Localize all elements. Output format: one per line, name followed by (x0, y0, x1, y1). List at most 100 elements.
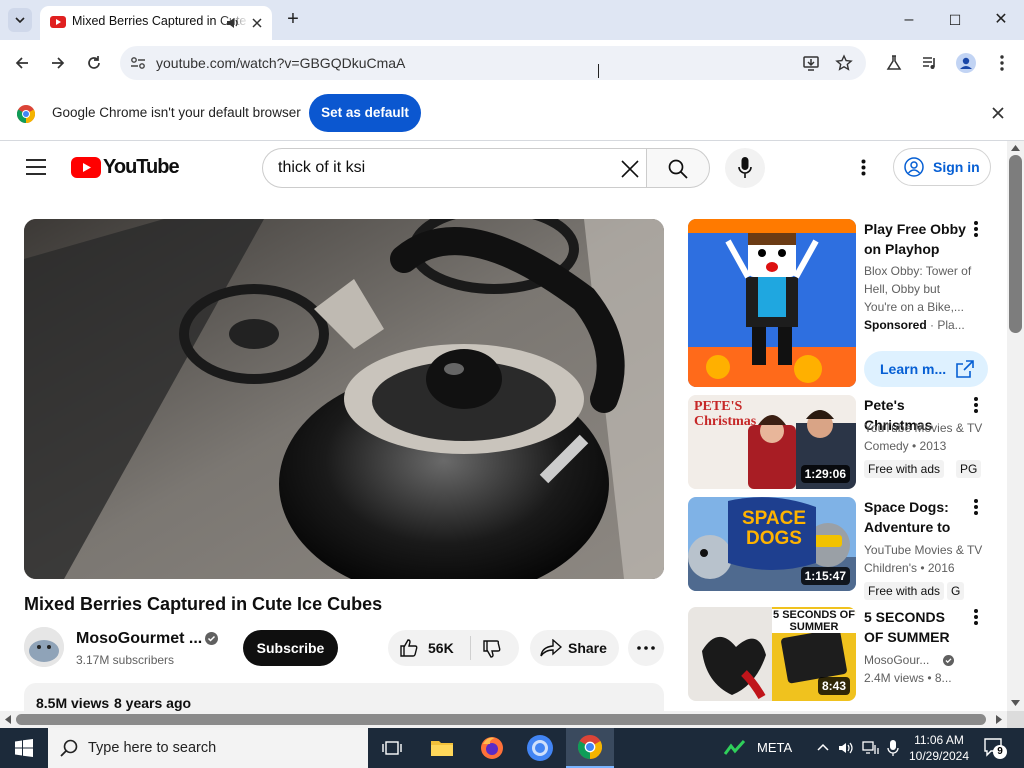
video-thumbnail[interactable]: SPACE DOGS 1:15:47 (688, 497, 856, 591)
firefox-button[interactable] (468, 728, 516, 768)
minimize-button[interactable]: – (886, 0, 932, 40)
taskbar-search-box[interactable]: Type here to search (48, 728, 368, 768)
maximize-button[interactable]: ☐ (932, 0, 978, 40)
free-with-ads-badge: Free with ads (864, 460, 945, 478)
settings-more-icon[interactable] (861, 159, 866, 176)
sidebar-ad-sponsored-line: Sponsored · Pla... (864, 316, 984, 334)
description-box[interactable]: 8.5M views 8 years ago (24, 683, 664, 711)
browser-tab[interactable]: Mixed Berries Captured in Cute Ice Cubes… (40, 6, 272, 40)
chrome-menu-button[interactable] (989, 50, 1015, 76)
new-tab-button[interactable]: + (282, 8, 304, 32)
sidebar-video-menu-icon[interactable] (972, 499, 980, 517)
learn-more-button[interactable]: Learn m... (864, 351, 988, 387)
forward-button[interactable] (45, 50, 71, 76)
audio-playing-icon[interactable] (226, 16, 240, 30)
video-player[interactable] (24, 219, 664, 579)
media-control-button[interactable] (917, 50, 943, 76)
install-app-icon[interactable] (802, 54, 820, 72)
folder-icon (431, 741, 453, 756)
scroll-right-arrow-icon[interactable] (996, 715, 1002, 724)
search-input[interactable]: thick of it ksi (278, 159, 365, 177)
chrome-active-taskbar-button[interactable] (566, 728, 614, 768)
vertical-scroll-thumb[interactable] (1009, 155, 1022, 333)
sidebar-video-channel: YouTube Movies & TV (864, 543, 983, 557)
back-button[interactable] (9, 50, 35, 76)
site-settings-icon[interactable] (130, 56, 146, 70)
chrome-taskbar-button[interactable] (516, 728, 564, 768)
reload-button[interactable] (81, 50, 107, 76)
clock-time: 11:06 AM (914, 733, 964, 747)
search-box[interactable]: thick of it ksi (262, 148, 648, 188)
channel-avatar[interactable] (24, 627, 64, 667)
channel-name[interactable]: MosoGourmet ... (76, 630, 202, 648)
start-button[interactable] (0, 728, 48, 768)
sidebar-video-card[interactable]: SPACE DOGS 1:15:47 Space Dogs: Adventure… (688, 497, 1007, 600)
windows-taskbar: Type here to search META 11:06 AM 10/29/… (0, 728, 1024, 768)
close-tab-icon[interactable] (251, 17, 263, 29)
sidebar-video-channel: YouTube Movies & TV (864, 421, 983, 435)
sidebar-ad-card[interactable]: Play Free Obby on Playhop Blox Obby: Tow… (688, 219, 1007, 389)
close-window-button[interactable]: ✕ (978, 0, 1024, 40)
url-text[interactable]: youtube.com/watch?v=GBGQDkuCmaA (156, 55, 405, 71)
title-bar: Mixed Berries Captured in Cute Ice Cubes… (0, 0, 1024, 40)
sidebar-video-title[interactable]: 5 SECONDS OF SUMMER JET... (864, 607, 968, 647)
sidebar-video-title[interactable]: Space Dogs: Adventure to the... (864, 497, 968, 537)
scrollbar-corner (1007, 711, 1024, 728)
clock[interactable]: 11:06 AM 10/29/2024 (908, 732, 970, 764)
stock-chart-icon[interactable] (724, 740, 746, 756)
subscribe-button[interactable]: Subscribe (243, 630, 338, 666)
chevron-up-icon[interactable] (817, 743, 829, 751)
thumbnail-caption: SPACE DOGS (741, 508, 807, 549)
view-count: 8.5M views (36, 695, 110, 711)
youtube-logo[interactable]: YouTube (71, 155, 180, 179)
address-bar[interactable]: youtube.com/watch?v=GBGQDkuCmaA (120, 46, 866, 80)
scroll-left-arrow-icon[interactable] (5, 715, 11, 724)
video-frame-image (24, 219, 664, 579)
sidebar-video-card[interactable]: 5 SECONDS OF SUMMER 8:43 5 SECONDS OF SU… (688, 607, 1007, 701)
sidebar-video-menu-icon[interactable] (972, 397, 980, 415)
video-thumbnail[interactable]: 5 SECONDS OF SUMMER 8:43 (688, 607, 856, 701)
like-button[interactable]: 56K (388, 630, 470, 666)
voice-search-button[interactable] (725, 148, 765, 188)
channel-avatar-image (24, 627, 64, 667)
more-actions-button[interactable] (628, 630, 664, 666)
notification-center-button[interactable]: 9 (983, 737, 1007, 759)
scroll-down-arrow-icon[interactable] (1011, 700, 1020, 706)
scroll-up-arrow-icon[interactable] (1011, 145, 1020, 151)
subscriber-count: 3.17M subscribers (76, 653, 175, 667)
free-with-ads-badge: Free with ads (864, 582, 945, 600)
dislike-button[interactable] (471, 630, 519, 666)
sidebar-ad-menu-icon[interactable] (972, 221, 980, 239)
taskbar-search-placeholder: Type here to search (88, 740, 217, 756)
video-thumbnail[interactable]: PETE'S Christmas 1:29:06 (688, 395, 856, 489)
network-icon[interactable] (862, 740, 880, 756)
labs-button[interactable] (881, 50, 907, 76)
hamburger-menu-icon[interactable] (26, 159, 46, 175)
sidebar-video-card[interactable]: PETE'S Christmas 1:29:06 Pete's Christma… (688, 395, 1007, 489)
horizontal-scrollbar[interactable] (0, 711, 1007, 728)
horizontal-scroll-thumb[interactable] (16, 714, 986, 725)
sidebar-video-menu-icon[interactable] (972, 609, 980, 627)
clear-search-icon[interactable] (621, 160, 639, 178)
profile-button[interactable] (953, 50, 979, 76)
set-as-default-button[interactable]: Set as default (309, 94, 421, 132)
bookmark-star-icon[interactable] (835, 54, 853, 72)
ad-thumbnail[interactable] (688, 219, 856, 387)
verified-check-icon (205, 632, 218, 645)
sponsored-extra: · Pla... (926, 318, 965, 332)
chrome-icon (578, 735, 602, 759)
stock-ticker-label[interactable]: META (757, 740, 792, 755)
task-view-button[interactable] (368, 728, 416, 768)
share-button[interactable]: Share (530, 630, 619, 666)
share-arrow-icon (540, 639, 562, 657)
thumbnail-caption: 5 SECONDS OF SUMMER (772, 609, 856, 633)
file-explorer-button[interactable] (418, 728, 466, 768)
close-infobar-icon[interactable] (992, 107, 1004, 119)
tab-search-button[interactable] (8, 8, 32, 32)
sidebar-ad-title[interactable]: Play Free Obby on Playhop (864, 219, 968, 259)
sign-in-button[interactable]: Sign in (893, 148, 991, 186)
search-button[interactable] (646, 148, 710, 188)
microphone-icon[interactable] (887, 739, 899, 757)
vertical-scrollbar[interactable] (1007, 141, 1024, 711)
volume-icon[interactable] (838, 740, 854, 756)
